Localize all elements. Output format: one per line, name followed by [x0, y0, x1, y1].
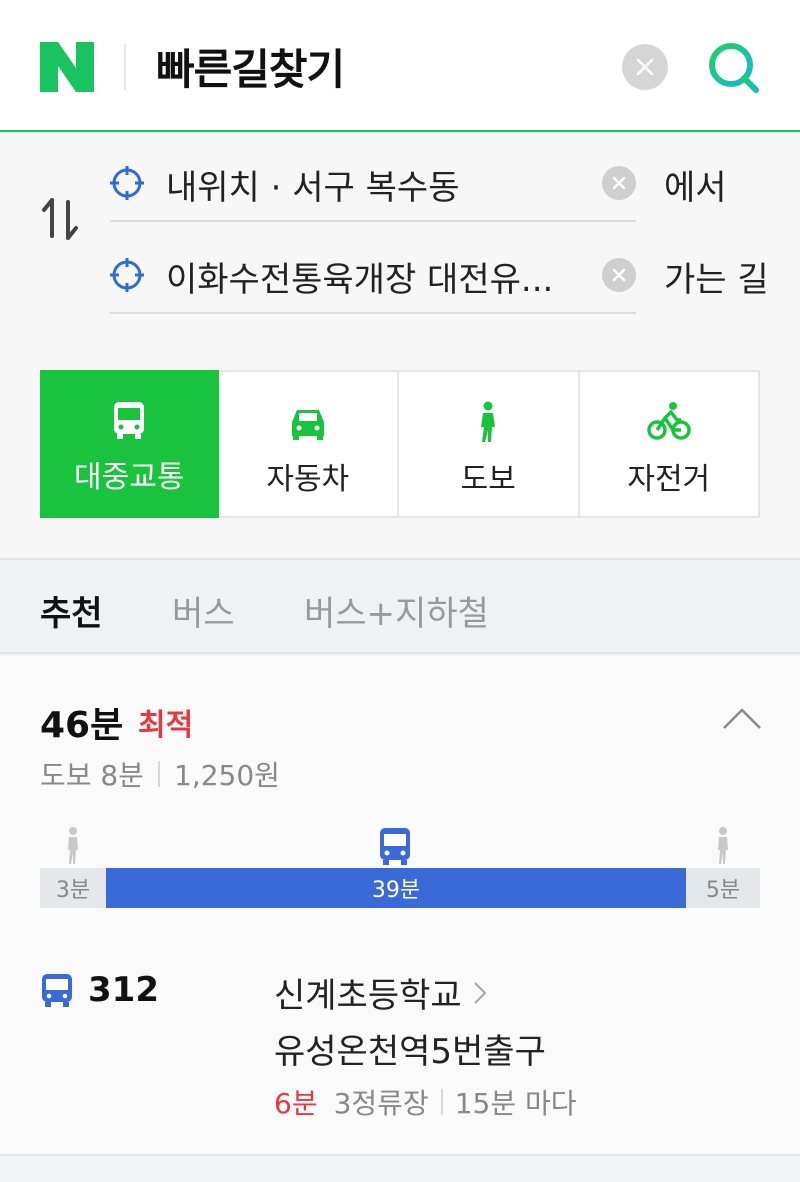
timeline-walk-end: 5분 — [686, 868, 760, 908]
mode-tab-car[interactable]: 자동차 — [219, 372, 399, 516]
mode-label: 자전거 — [627, 462, 711, 497]
search-icon[interactable] — [706, 40, 762, 96]
route-input-area: 내위치 · 서구 복수동 에서 이화수전통육개장 대전유... 가는 길 대중교… — [0, 134, 800, 558]
mode-tab-walk[interactable]: 도보 — [399, 372, 580, 516]
walk-icon — [68, 827, 78, 864]
transport-mode-tabs: 대중교통 자동차 도보 자전거 — [40, 370, 760, 518]
mode-label: 대중교통 — [74, 460, 185, 495]
walk-time: 도보 8분 — [40, 759, 144, 792]
timeline-walk-start: 3분 — [40, 868, 106, 908]
alighting-stop: 유성온천역5번출구 — [274, 1032, 546, 1072]
walk-icon — [718, 827, 728, 864]
arrival-time: 6분 — [274, 1087, 318, 1120]
origin-suffix: 에서 — [664, 168, 727, 208]
swap-icon[interactable] — [40, 196, 80, 242]
close-icon — [612, 176, 626, 190]
mode-label: 도보 — [460, 462, 516, 497]
tab-bus[interactable]: 버스 — [172, 586, 235, 635]
naver-logo-icon[interactable] — [40, 42, 94, 92]
bus-icon — [380, 828, 410, 865]
best-badge: 최적 — [138, 708, 194, 743]
destination-field[interactable]: 이화수전통육개장 대전유... — [110, 230, 636, 314]
fare: 1,250원 — [174, 759, 280, 792]
walk-icon — [481, 401, 496, 442]
divider — [440, 1089, 443, 1115]
tab-recommended[interactable]: 추천 — [40, 586, 103, 635]
route-summary: 도보 8분 1,250원 — [40, 754, 280, 794]
destination-clear-button[interactable] — [602, 258, 636, 292]
bus-interval: 15분 마다 — [454, 1087, 577, 1120]
mode-label: 자동차 — [266, 462, 350, 497]
mode-tab-bicycle[interactable]: 자전거 — [580, 372, 759, 516]
bicycle-icon — [647, 402, 691, 440]
close-icon — [612, 268, 626, 282]
page-title: 빠른길찾기 — [156, 45, 345, 94]
close-icon — [636, 58, 654, 76]
divider — [158, 761, 160, 787]
bus-icon — [42, 974, 72, 1007]
tab-bus-subway[interactable]: 버스+지하철 — [304, 586, 489, 635]
bus-icon — [114, 402, 145, 439]
timeline-bus: 39분 — [106, 868, 686, 908]
destination-suffix: 가는 길 — [664, 260, 769, 300]
mode-tab-transit[interactable]: 대중교통 — [40, 370, 219, 518]
boarding-stop[interactable]: 신계초등학교 — [274, 968, 488, 1017]
origin-field[interactable]: 내위치 · 서구 복수동 — [110, 138, 636, 222]
origin-clear-button[interactable] — [602, 166, 636, 200]
chevron-right-icon — [473, 981, 487, 1004]
car-icon — [291, 410, 324, 440]
chevron-up-icon[interactable] — [722, 706, 762, 730]
bus-arrival-info: 6분 3정류장 15분 마다 — [274, 1082, 577, 1122]
crosshair-icon — [110, 258, 144, 292]
bus-number[interactable]: 312 — [88, 970, 159, 1010]
route-filter-tabs: 추천 버스 버스+지하철 — [0, 558, 800, 654]
stop-count: 3정류장 — [333, 1087, 429, 1120]
boarding-stop-name: 신계초등학교 — [274, 976, 462, 1016]
route-result-card[interactable]: 46분 최적 도보 8분 1,250원 3분 39분 5분 312 신계초등학교… — [0, 656, 800, 1156]
total-duration: 46분 — [40, 705, 124, 746]
header-divider — [124, 44, 126, 90]
crosshair-icon — [110, 166, 144, 200]
clear-all-button[interactable] — [622, 44, 668, 90]
header: 빠른길찾기 — [0, 0, 800, 132]
origin-text: 내위치 · 서구 복수동 — [166, 168, 460, 208]
destination-text: 이화수전통육개장 대전유... — [166, 260, 554, 300]
route-timeline: 3분 39분 5분 — [40, 868, 760, 908]
